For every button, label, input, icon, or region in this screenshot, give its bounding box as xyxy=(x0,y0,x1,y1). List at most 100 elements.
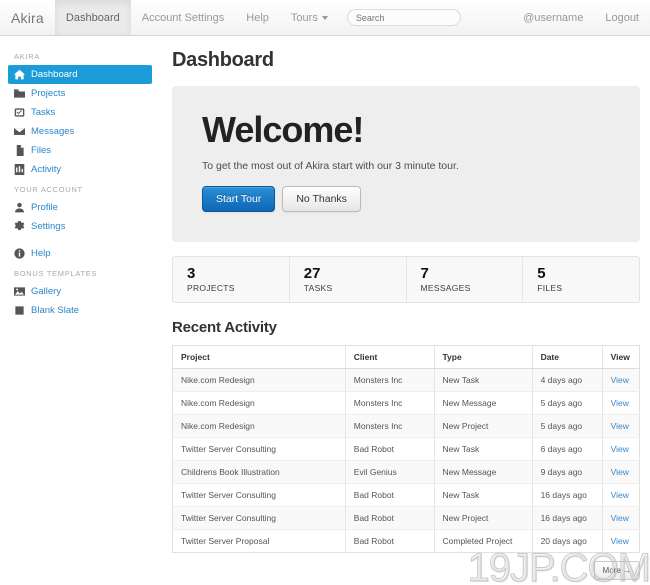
sidebar-item-tasks[interactable]: Tasks xyxy=(8,103,152,122)
view-link[interactable]: View xyxy=(611,444,629,454)
table-row: Twitter Server Proposal Bad Robot Complete… xyxy=(172,529,640,553)
nav-item-dashboard[interactable]: Dashboard xyxy=(54,0,131,35)
top-navbar: Akira Dashboard Account Settings Help Tours… xyxy=(0,0,650,36)
nav-item-account-settings[interactable]: Account Settings xyxy=(131,0,236,35)
cell-view[interactable]: View xyxy=(602,414,640,438)
stat-label: FILES xyxy=(537,283,563,293)
stat-number: 5 xyxy=(537,265,546,282)
cell-date: 6 days ago xyxy=(532,437,603,461)
cell-view[interactable]: View xyxy=(602,437,640,461)
sidebar-item-label: Activity xyxy=(31,164,62,175)
column-header-view: View xyxy=(602,345,640,369)
nav-item-tours[interactable]: Tours xyxy=(280,0,339,35)
more-button[interactable]: More → xyxy=(593,561,640,580)
chevron-down-icon xyxy=(321,15,328,20)
cell-type: New Project xyxy=(434,414,533,438)
start-tour-button[interactable]: Start Tour xyxy=(202,186,276,212)
more-row: More → xyxy=(172,553,640,580)
nav-logout-link[interactable]: Logout xyxy=(594,0,650,35)
nav-right-group: @username Logout xyxy=(512,0,650,35)
cell-date: 5 days ago xyxy=(532,414,603,438)
stat-number: 3 xyxy=(187,265,196,282)
cell-project: Nike.com Redesign xyxy=(172,368,346,392)
sidebar-item-help[interactable]: Help xyxy=(8,244,152,263)
nav-item-label: Tours xyxy=(290,11,318,24)
page-title: Dashboard xyxy=(172,49,274,71)
cell-type: New Task xyxy=(434,483,533,507)
cell-project: Twitter Server Consulting xyxy=(172,506,346,530)
stats-panel: 3 PROJECTS 27 TASKS 7 MESSAGES 5 FILES xyxy=(172,256,640,303)
sidebar-item-projects[interactable]: Projects xyxy=(8,84,152,103)
gear-icon xyxy=(14,221,25,232)
stat-label: MESSAGES xyxy=(420,283,471,293)
table-row: Twitter Server Consulting Bad Robot New Ta… xyxy=(172,483,640,507)
view-link[interactable]: View xyxy=(611,398,629,408)
nav-item-label: Help xyxy=(246,11,269,24)
cell-client: Bad Robot xyxy=(345,529,435,553)
info-circle-icon xyxy=(14,248,25,259)
nav-item-help[interactable]: Help xyxy=(235,0,280,35)
activity-table-body: Nike.com Redesign Monsters Inc New Task 4 d… xyxy=(172,368,640,553)
sidebar-item-label: Messages xyxy=(31,126,75,137)
welcome-jumbotron: Welcome! To get the most out of Akira st… xyxy=(172,86,640,242)
cell-project: Twitter Server Consulting xyxy=(172,437,346,461)
brand-logo[interactable]: Akira xyxy=(0,0,55,35)
sidebar-group-heading: BONUS TEMPLATES xyxy=(14,269,98,278)
sidebar-item-label: Blank Slate xyxy=(31,305,80,316)
sidebar-item-files[interactable]: Files xyxy=(8,141,152,160)
cell-date: 5 days ago xyxy=(532,391,603,415)
cell-project: Twitter Server Proposal xyxy=(172,529,346,553)
sidebar-item-dashboard[interactable]: Dashboard xyxy=(8,65,152,84)
cell-project: Twitter Server Consulting xyxy=(172,483,346,507)
view-link[interactable]: View xyxy=(611,375,629,385)
cell-type: New Message xyxy=(434,460,533,484)
sidebar-item-activity[interactable]: Activity xyxy=(8,160,152,179)
cell-client: Evil Genius xyxy=(345,460,435,484)
cell-view[interactable]: View xyxy=(602,368,640,392)
view-link[interactable]: View xyxy=(611,490,629,500)
sidebar-item-profile[interactable]: Profile xyxy=(8,198,152,217)
cell-client: Monsters Inc xyxy=(345,414,435,438)
sidebar-item-gallery[interactable]: Gallery xyxy=(8,282,152,301)
view-link[interactable]: View xyxy=(611,421,629,431)
nav-username-link[interactable]: @username xyxy=(512,0,594,35)
stat-number: 7 xyxy=(420,265,429,282)
cell-view[interactable]: View xyxy=(602,391,640,415)
nav-item-label: Account Settings xyxy=(141,11,225,24)
main-content: Dashboard Welcome! To get the most out o… xyxy=(160,36,650,585)
file-icon xyxy=(14,145,25,156)
sidebar-item-label: Files xyxy=(31,145,52,156)
cell-date: 9 days ago xyxy=(532,460,603,484)
cell-view[interactable]: View xyxy=(602,460,640,484)
view-link[interactable]: View xyxy=(611,536,629,546)
cell-type: New Task xyxy=(434,437,533,461)
cell-view[interactable]: View xyxy=(602,483,640,507)
view-link[interactable]: View xyxy=(611,467,629,477)
no-thanks-button[interactable]: No Thanks xyxy=(282,186,361,212)
welcome-button-group: Start Tour No Thanks xyxy=(202,186,610,212)
cell-view[interactable]: View xyxy=(602,529,640,553)
view-link[interactable]: View xyxy=(611,513,629,523)
column-header-project: Project xyxy=(172,345,346,369)
sidebar-item-label: Dashboard xyxy=(31,69,78,80)
cell-date: 4 days ago xyxy=(532,368,603,392)
cell-project: Nike.com Redesign xyxy=(172,391,346,415)
cell-date: 16 days ago xyxy=(532,483,603,507)
sidebar-group-heading: AKIRA xyxy=(14,52,41,61)
sidebar-item-blank-slate[interactable]: Blank Slate xyxy=(8,301,152,320)
cell-view[interactable]: View xyxy=(602,506,640,530)
primary-nav: Dashboard Account Settings Help Tours xyxy=(54,0,339,35)
cell-type: New Project xyxy=(434,506,533,530)
stat-tasks: 27 TASKS xyxy=(290,257,407,302)
search-input[interactable] xyxy=(346,9,461,26)
cell-project: Nike.com Redesign xyxy=(172,414,346,438)
sidebar-item-messages[interactable]: Messages xyxy=(8,122,152,141)
cell-client: Bad Robot xyxy=(345,483,435,507)
cell-date: 20 days ago xyxy=(532,529,603,553)
sidebar-item-label: Tasks xyxy=(31,107,56,118)
sidebar-item-settings[interactable]: Settings xyxy=(8,217,152,236)
cell-client: Monsters Inc xyxy=(345,368,435,392)
page-body: AKIRA Dashboard Projects Tasks Messages Files… xyxy=(0,36,650,585)
stat-label: PROJECTS xyxy=(187,283,235,293)
square-icon xyxy=(14,305,25,316)
